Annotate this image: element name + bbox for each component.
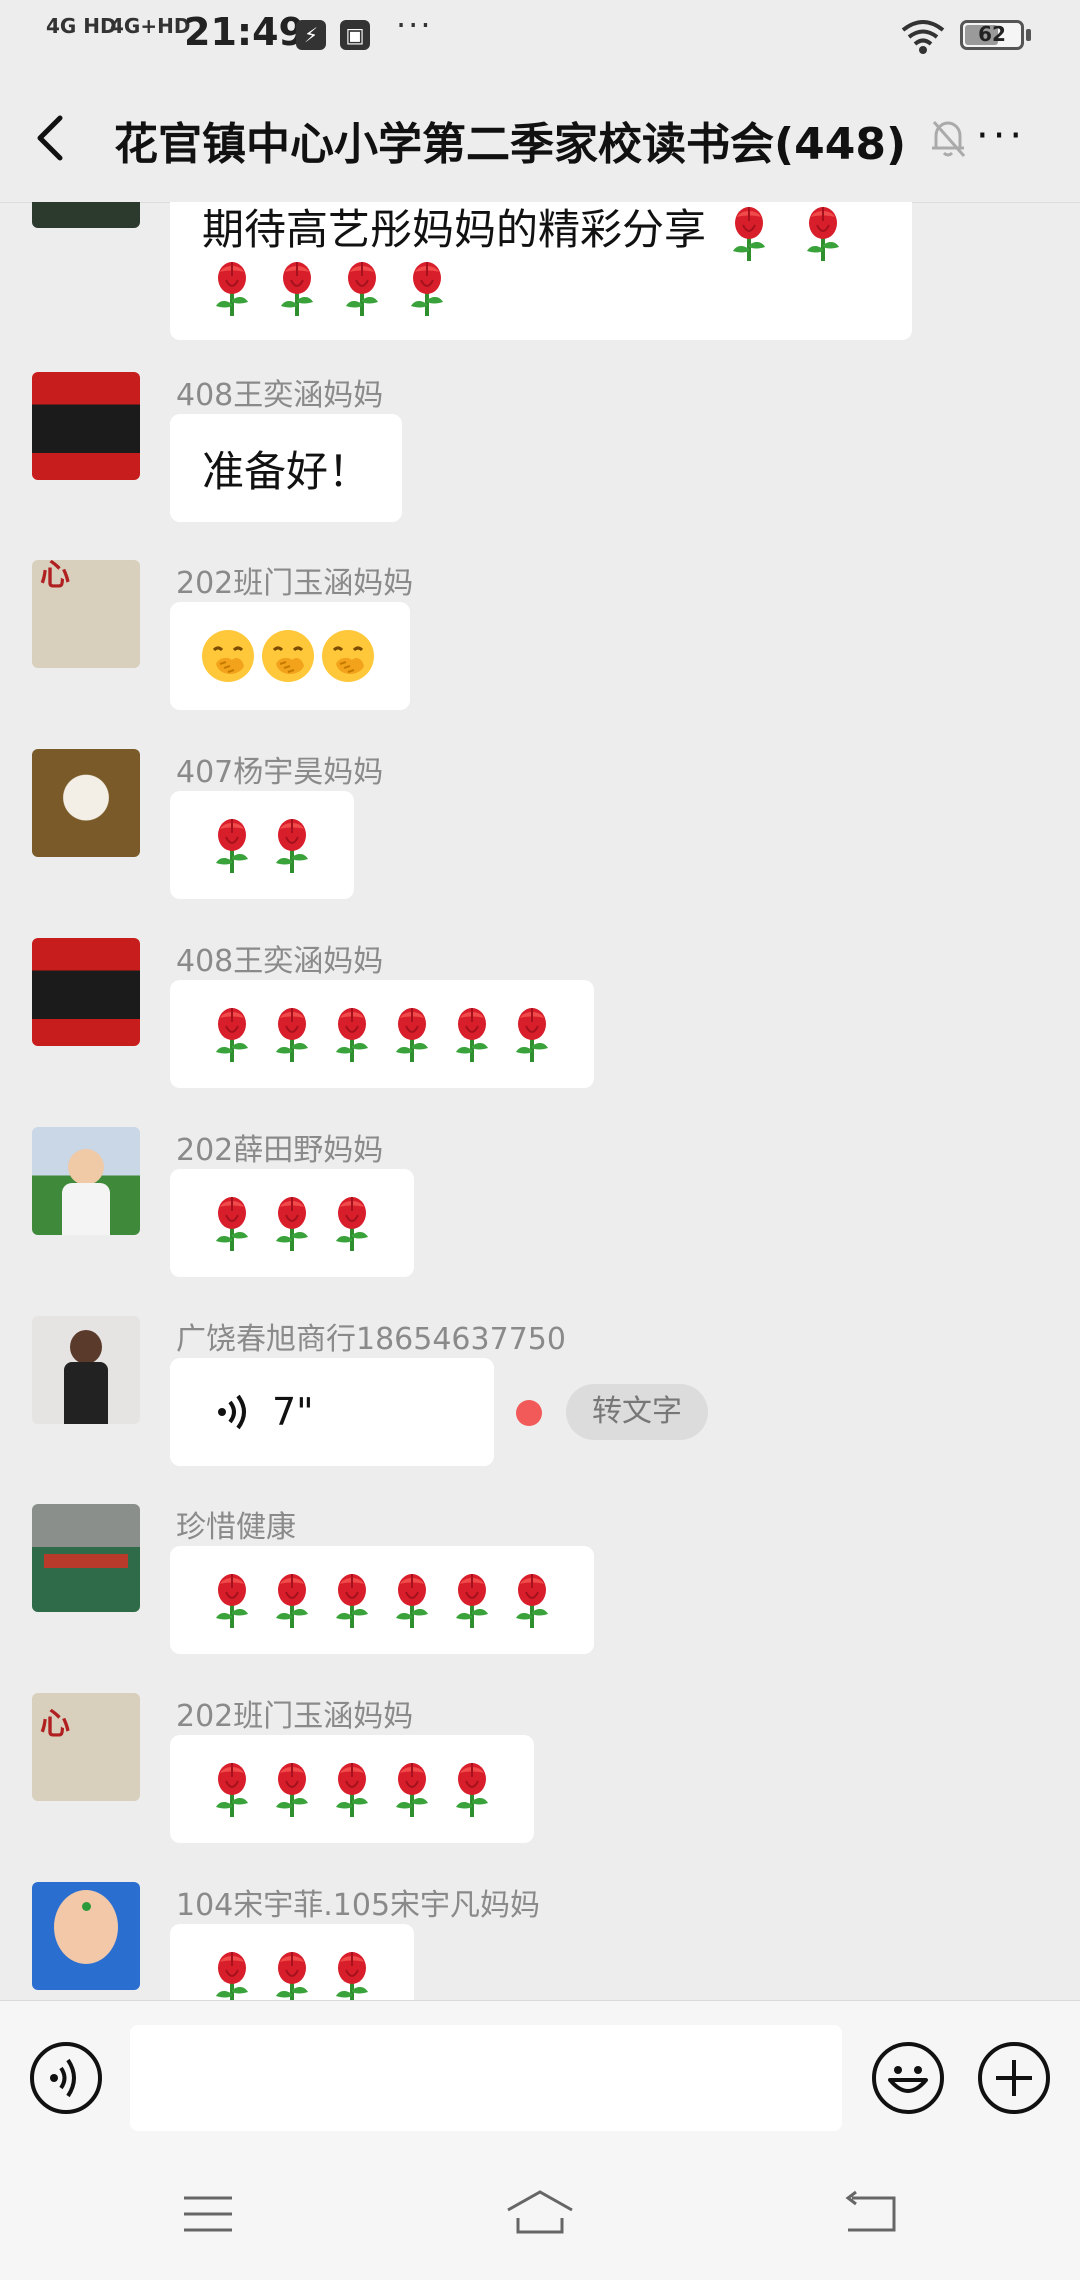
unread-dot	[516, 1400, 542, 1426]
voice-message-bubble[interactable]: 7"	[170, 1358, 494, 1466]
message-bubble[interactable]	[170, 602, 410, 710]
smiley-icon	[888, 2066, 928, 2093]
input-bar	[0, 2000, 1080, 2155]
sender-name: 408王奕涵妈妈	[176, 944, 384, 979]
avatar[interactable]	[32, 1316, 140, 1424]
more-functions-button[interactable]	[978, 2042, 1050, 2114]
message-bubble[interactable]	[170, 1924, 414, 2000]
back-icon[interactable]	[28, 112, 72, 164]
sender-name: 202班门玉涵妈妈	[176, 566, 414, 601]
grinning-hand-over-mouth-emoji	[260, 628, 316, 684]
avatar[interactable]	[32, 202, 140, 228]
system-nav-bar	[0, 2154, 1080, 2280]
avatar-calligraphy: 心	[40, 560, 70, 593]
rose-emoji	[202, 1193, 262, 1253]
sender-name: 104宋宇菲.105宋宇凡妈妈	[176, 1888, 541, 1923]
chat-header: 花官镇中心小学第二季家校读书会(448) ···	[0, 72, 1080, 203]
avatar[interactable]	[32, 1127, 140, 1235]
convert-to-text-button[interactable]: 转文字	[566, 1384, 708, 1440]
rose-emoji	[332, 258, 392, 318]
rose-emoji	[382, 1759, 442, 1819]
message-list[interactable]: 期待高艺彤妈妈的精彩分享 408王奕涵妈妈 准备好！ 心 202班门玉涵妈妈 4…	[0, 202, 1080, 2000]
gallery-icon: ▣	[340, 20, 370, 50]
bell-off-icon	[932, 121, 966, 157]
message-text: 准备好！	[202, 446, 371, 496]
more-options-button[interactable]: ···	[976, 108, 1046, 168]
rose-emoji	[397, 258, 457, 318]
rose-emoji	[262, 815, 322, 875]
signal-4g-hd: 4G HD	[46, 14, 117, 38]
grinning-hand-over-mouth-emoji	[200, 628, 256, 684]
menu-icon[interactable]	[180, 2192, 236, 2236]
rose-emoji	[502, 1004, 562, 1064]
wifi-icon	[901, 20, 945, 54]
message-bubble[interactable]	[170, 791, 354, 899]
sender-name: 珍惜健康	[176, 1510, 296, 1545]
rose-emoji	[442, 1004, 502, 1064]
home-icon[interactable]	[504, 2188, 576, 2238]
message-bubble[interactable]	[170, 1169, 414, 1277]
rose-emoji	[322, 1948, 382, 2000]
message-bubble[interactable]	[170, 1735, 534, 1843]
avatar[interactable]	[32, 938, 140, 1046]
rose-emoji	[442, 1759, 502, 1819]
sender-name: 202班门玉涵妈妈	[176, 1699, 414, 1734]
status-bar: 4G HD 4G+HD 21:49 ⚡ ▣ ··· 62	[0, 0, 1080, 72]
voice-input-button[interactable]	[30, 2042, 102, 2114]
rose-emoji	[202, 1759, 262, 1819]
rose-emoji	[322, 1759, 382, 1819]
message-bubble[interactable]	[170, 980, 594, 1088]
message-input[interactable]	[130, 2025, 842, 2131]
rose-emoji	[382, 1570, 442, 1630]
rose-emoji	[322, 1570, 382, 1630]
rose-emoji	[793, 203, 853, 263]
message-bubble[interactable]: 期待高艺彤妈妈的精彩分享	[170, 202, 912, 340]
rose-emoji	[267, 258, 327, 318]
rose-emoji	[719, 203, 779, 263]
rose-emoji	[262, 1004, 322, 1064]
rose-emoji	[262, 1948, 322, 2000]
more-status-icon: ···	[396, 6, 433, 44]
voice-wave-icon	[218, 1394, 246, 1430]
message-bubble[interactable]	[170, 1546, 594, 1654]
avatar[interactable]: 心	[32, 1693, 140, 1801]
rose-emoji	[322, 1004, 382, 1064]
avatar[interactable]	[32, 1882, 140, 1990]
rose-emoji	[202, 258, 262, 318]
sender-name: 407杨宇昊妈妈	[176, 755, 384, 790]
avatar[interactable]	[32, 372, 140, 480]
avatar[interactable]	[32, 749, 140, 857]
avatar-calligraphy: 心	[40, 1707, 70, 1742]
voice-duration: 7"	[272, 1390, 314, 1434]
emoji-button[interactable]	[872, 2042, 944, 2114]
sender-name: 408王奕涵妈妈	[176, 378, 384, 413]
plus-icon	[996, 2060, 1032, 2096]
rose-emoji	[262, 1193, 322, 1253]
rose-emoji	[262, 1759, 322, 1819]
return-icon[interactable]	[842, 2190, 898, 2238]
rose-emoji	[502, 1570, 562, 1630]
rose-emoji	[442, 1570, 502, 1630]
chat-title[interactable]: 花官镇中心小学第二季家校读书会(448)	[114, 108, 906, 172]
rose-emoji	[382, 1004, 442, 1064]
grinning-hand-over-mouth-emoji	[320, 628, 376, 684]
signal-4g-plus-hd: 4G+HD	[110, 14, 191, 38]
avatar[interactable]	[32, 1504, 140, 1612]
rose-emoji	[202, 1570, 262, 1630]
rose-emoji	[202, 1004, 262, 1064]
sender-name: 广饶春旭商行18654637750	[176, 1322, 566, 1357]
battery-icon: 62	[960, 20, 1024, 50]
rose-emoji	[202, 1948, 262, 2000]
message-text: 期待高艺彤妈妈的精彩分享	[202, 205, 707, 254]
message-bubble[interactable]: 准备好！	[170, 414, 403, 522]
clock: 21:49	[184, 10, 305, 54]
charging-icon: ⚡	[296, 20, 326, 50]
rose-emoji	[322, 1193, 382, 1253]
sender-name: 202薛田野妈妈	[176, 1133, 384, 1168]
voice-icon	[50, 2058, 76, 2098]
avatar[interactable]: 心	[32, 560, 140, 668]
rose-emoji	[202, 815, 262, 875]
rose-emoji	[262, 1570, 322, 1630]
